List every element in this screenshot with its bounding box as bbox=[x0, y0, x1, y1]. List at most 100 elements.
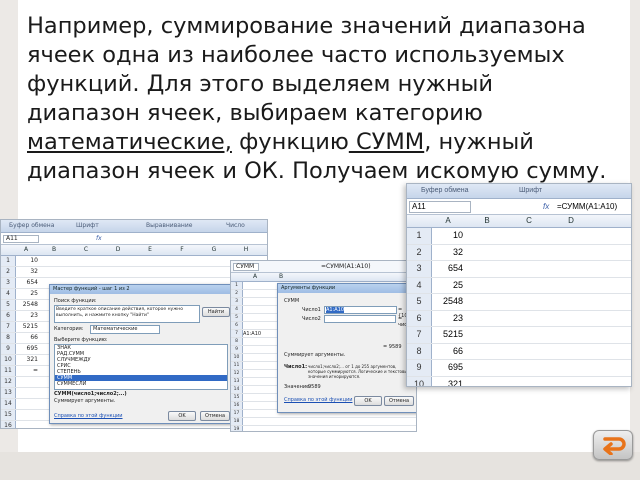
column-header[interactable]: C bbox=[509, 216, 549, 225]
cell-value[interactable]: 25 bbox=[16, 289, 38, 299]
column-header[interactable]: D bbox=[551, 216, 591, 225]
cell-value[interactable]: 10 bbox=[16, 256, 38, 266]
row-number[interactable]: 9 bbox=[407, 360, 432, 376]
row-number[interactable]: 6 bbox=[1, 311, 16, 321]
row-number[interactable]: 11 bbox=[231, 362, 243, 369]
help-link[interactable]: Справка по этой функции bbox=[54, 413, 123, 419]
list-item[interactable]: СУММЕСЛИ bbox=[55, 381, 227, 387]
ribbon-group-number[interactable]: Число bbox=[226, 222, 245, 229]
arg2-input[interactable] bbox=[324, 315, 396, 323]
formula-text[interactable]: =СУММ(A1:A10) bbox=[321, 263, 371, 270]
ribbon-group-font[interactable]: Шрифт bbox=[519, 187, 542, 194]
column-header[interactable]: F bbox=[167, 246, 197, 253]
cell-value[interactable]: 695 bbox=[16, 344, 38, 354]
row-number[interactable]: 2 bbox=[1, 267, 16, 277]
help-link[interactable]: Справка по этой функции bbox=[284, 397, 353, 403]
arg1-input[interactable]: A1:A10 bbox=[324, 306, 397, 314]
cell-value[interactable]: 321 bbox=[16, 355, 38, 365]
category-select[interactable]: Математические bbox=[90, 325, 160, 334]
search-field[interactable]: Введите краткое описание действия, котор… bbox=[54, 305, 200, 323]
row-number[interactable]: 3 bbox=[1, 278, 16, 288]
row-number[interactable]: 8 bbox=[231, 338, 243, 345]
row-number[interactable]: 10 bbox=[407, 376, 432, 386]
ribbon-group-clipboard[interactable]: Буфер обмена bbox=[421, 187, 469, 194]
row-number[interactable]: 4 bbox=[231, 306, 243, 313]
row-number[interactable]: 3 bbox=[231, 298, 243, 305]
fx-icon[interactable]: fx bbox=[543, 202, 549, 211]
cancel-button[interactable]: Отмена bbox=[200, 411, 230, 421]
row-number[interactable]: 19 bbox=[231, 426, 243, 431]
row-number[interactable]: 4 bbox=[1, 289, 16, 299]
cell-value[interactable]: 2548 bbox=[433, 294, 463, 310]
column-header[interactable]: B bbox=[269, 273, 293, 280]
cell-value[interactable]: 654 bbox=[16, 278, 38, 288]
row-number[interactable]: 13 bbox=[1, 388, 16, 398]
ok-button[interactable]: OK bbox=[168, 411, 196, 421]
row-number[interactable]: 14 bbox=[1, 399, 16, 409]
name-box[interactable]: A11 bbox=[3, 235, 39, 243]
cancel-button[interactable]: Отмена bbox=[384, 396, 414, 406]
ribbon-group-clipboard[interactable]: Буфер обмена bbox=[9, 222, 54, 229]
ribbon-group-alignment[interactable]: Выравнивание bbox=[146, 222, 192, 229]
cell-value[interactable]: 5215 bbox=[433, 327, 463, 343]
row-number[interactable]: 1 bbox=[1, 256, 16, 266]
cell-value[interactable]: 695 bbox=[433, 360, 463, 376]
cell-value[interactable]: 66 bbox=[16, 333, 38, 343]
row-number[interactable]: 11 bbox=[1, 366, 16, 376]
column-header[interactable]: D bbox=[103, 246, 133, 253]
row-number[interactable]: 1 bbox=[407, 228, 432, 244]
row-number[interactable]: 14 bbox=[231, 386, 243, 393]
name-box[interactable]: A11 bbox=[409, 201, 471, 213]
column-header[interactable]: C bbox=[71, 246, 101, 253]
column-header[interactable]: E bbox=[135, 246, 165, 253]
row-number[interactable]: 6 bbox=[407, 310, 432, 326]
row-number[interactable]: 5 bbox=[231, 314, 243, 321]
row-number[interactable]: 8 bbox=[407, 343, 432, 359]
column-header[interactable]: B bbox=[467, 216, 507, 225]
row-number[interactable]: 10 bbox=[1, 355, 16, 365]
row-number[interactable]: 10 bbox=[231, 354, 243, 361]
column-header[interactable]: A bbox=[431, 216, 465, 225]
row-number[interactable]: 18 bbox=[231, 418, 243, 425]
column-header[interactable]: B bbox=[39, 246, 69, 253]
cell-value[interactable]: 66 bbox=[433, 344, 463, 360]
cell-value[interactable]: 32 bbox=[433, 245, 463, 261]
formula-text[interactable]: =СУММ(A1:A10) bbox=[557, 202, 617, 211]
cell-value[interactable]: 23 bbox=[16, 311, 38, 321]
ok-button[interactable]: OK bbox=[354, 396, 382, 406]
cell-value[interactable]: 10 bbox=[433, 228, 463, 244]
function-link[interactable]: СУММ bbox=[349, 129, 424, 155]
cell-value[interactable]: 5215 bbox=[16, 322, 38, 332]
row-number[interactable]: 17 bbox=[231, 410, 243, 417]
category-link[interactable]: математические, bbox=[27, 129, 232, 155]
row-number[interactable]: 2 bbox=[407, 244, 432, 260]
return-button[interactable] bbox=[593, 430, 633, 460]
row-number[interactable]: 5 bbox=[1, 300, 16, 310]
row-number[interactable]: 7 bbox=[1, 322, 16, 332]
cell-value[interactable]: 321 bbox=[433, 377, 463, 387]
find-button[interactable]: Найти bbox=[202, 307, 230, 317]
row-number[interactable]: 12 bbox=[231, 370, 243, 377]
row-number[interactable]: 15 bbox=[231, 394, 243, 401]
row-number[interactable]: 6 bbox=[231, 322, 243, 329]
name-box[interactable]: СУММ bbox=[233, 263, 259, 271]
row-number[interactable]: 9 bbox=[1, 344, 16, 354]
row-number[interactable]: 12 bbox=[1, 377, 16, 387]
ribbon-group-font[interactable]: Шрифт bbox=[76, 222, 99, 229]
column-header[interactable]: A bbox=[15, 246, 37, 253]
row-number[interactable]: 5 bbox=[407, 294, 432, 310]
cell-value[interactable]: 654 bbox=[433, 261, 463, 277]
row-number[interactable]: 15 bbox=[1, 410, 16, 420]
cell-value[interactable]: = bbox=[16, 366, 38, 376]
column-header[interactable]: G bbox=[199, 246, 229, 253]
row-number[interactable]: 16 bbox=[1, 421, 16, 428]
row-number[interactable]: 16 bbox=[231, 402, 243, 409]
fx-icon[interactable]: fx bbox=[96, 235, 102, 242]
row-number[interactable]: 7 bbox=[231, 330, 243, 337]
cell-value[interactable]: 25 bbox=[433, 278, 463, 294]
row-number[interactable]: 2 bbox=[231, 290, 243, 297]
row-number[interactable]: 7 bbox=[407, 327, 432, 343]
row-number[interactable]: 8 bbox=[1, 333, 16, 343]
column-header[interactable]: A bbox=[243, 273, 267, 280]
row-number[interactable]: 1 bbox=[231, 282, 243, 289]
